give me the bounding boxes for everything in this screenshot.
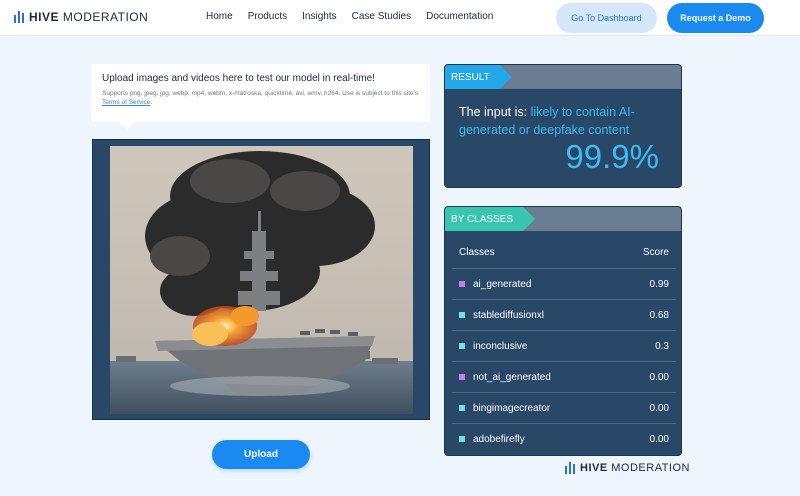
class-swatch	[459, 374, 465, 380]
upload-button[interactable]: Upload	[212, 440, 310, 469]
classes-tag: BY CLASSES	[445, 207, 535, 231]
logo-bars-icon	[565, 462, 575, 474]
nav-link-documentation[interactable]: Documentation	[426, 11, 493, 22]
class-score: 0.99	[649, 278, 669, 290]
result-prefix: The input is:	[459, 105, 528, 119]
class-row: adobefirefly 0.00	[452, 423, 676, 454]
footer-logo-light: MODERATION	[611, 462, 690, 474]
class-swatch	[459, 281, 465, 287]
result-score: 99.9%	[565, 138, 659, 175]
class-swatch	[459, 343, 465, 349]
classes-panel-header: BY CLASSES	[445, 207, 681, 231]
request-demo-button[interactable]: Request a Demo	[667, 3, 764, 33]
class-name: stablediffusionxl	[473, 309, 544, 321]
upload-title: Upload images and videos here to test ou…	[102, 73, 375, 84]
nav-link-home[interactable]: Home	[206, 11, 233, 22]
class-score: 0.00	[649, 402, 669, 414]
class-name: inconclusive	[473, 340, 528, 352]
class-row: bingimagecreator 0.00	[452, 392, 676, 423]
class-score: 0.00	[649, 371, 669, 383]
class-score: 0.68	[649, 309, 669, 321]
tos-suffix: .	[150, 99, 153, 106]
class-name: adobefirefly	[473, 433, 525, 445]
class-name: ai_generated	[473, 278, 532, 290]
class-swatch	[459, 312, 465, 318]
classes-list: ai_generated 0.99 stablediffusionxl 0.68…	[452, 268, 676, 454]
result-verdict: The input is: likely to contain AI-gener…	[459, 103, 669, 139]
nav-link-products[interactable]: Products	[248, 11, 287, 22]
class-score: 0.00	[649, 433, 669, 445]
image-preview-frame	[92, 139, 430, 420]
class-name: bingimagecreator	[473, 402, 551, 414]
formats-text: Supports png, jpeg, jpg, webp, mp4, webm…	[102, 90, 419, 97]
classes-panel: BY CLASSES Classes Score ai_generated 0.…	[444, 206, 682, 456]
go-to-dashboard-button[interactable]: Go To Dashboard	[556, 3, 657, 33]
nav-links: Home Products Insights Case Studies Docu…	[206, 11, 493, 22]
logo-bars-icon	[14, 11, 24, 23]
nav-link-case-studies[interactable]: Case Studies	[352, 11, 411, 22]
top-nav: HIVE MODERATION Home Products Insights C…	[0, 0, 800, 36]
footer-logo-bold: HIVE	[580, 462, 608, 474]
column-header-score: Score	[642, 247, 669, 258]
class-score: 0.3	[655, 340, 669, 352]
column-header-classes: Classes	[459, 247, 495, 258]
logo-text-bold: HIVE	[29, 10, 60, 24]
hive-logo[interactable]: HIVE MODERATION	[14, 10, 148, 24]
class-swatch	[459, 405, 465, 411]
terms-of-service-link[interactable]: Terms of Service	[102, 99, 150, 106]
class-row: ai_generated 0.99	[452, 268, 676, 299]
classes-column-headers: Classes Score	[459, 247, 669, 258]
upload-instructions: Upload images and videos here to test ou…	[91, 64, 430, 130]
class-name: not_ai_generated	[473, 371, 551, 383]
result-panel: RESULT The input is: likely to contain A…	[444, 64, 682, 188]
supported-formats: Supports png, jpeg, jpg, webp, mp4, webm…	[102, 89, 419, 107]
footer-hive-logo: HIVE MODERATION	[565, 462, 690, 474]
result-panel-header: RESULT	[445, 65, 681, 89]
result-tag: RESULT	[445, 65, 512, 89]
class-row: inconclusive 0.3	[452, 330, 676, 361]
nav-link-insights[interactable]: Insights	[302, 11, 336, 22]
class-row: not_ai_generated 0.00	[452, 361, 676, 392]
class-row: stablediffusionxl 0.68	[452, 299, 676, 330]
class-swatch	[459, 436, 465, 442]
uploaded-image	[110, 146, 413, 414]
logo-text-light: MODERATION	[62, 10, 149, 24]
